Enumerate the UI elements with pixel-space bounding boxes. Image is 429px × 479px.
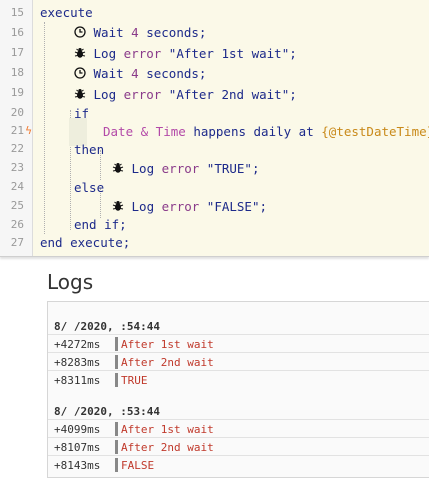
line-number: 15 bbox=[10, 6, 24, 19]
code-line-log[interactable]: Log error "TRUE"; bbox=[112, 161, 260, 176]
log-time: +4272ms bbox=[54, 338, 101, 351]
code-line-log[interactable]: Log error "After 1st wait"; bbox=[74, 46, 297, 61]
log-separator bbox=[115, 440, 118, 454]
log-message: FALSE bbox=[121, 459, 155, 472]
log-row: +8107ms After 2nd wait bbox=[48, 437, 429, 456]
line-number: 17 bbox=[10, 46, 24, 59]
line-number: 19 bbox=[10, 86, 24, 99]
line-number: 25 bbox=[10, 199, 24, 212]
log-separator bbox=[115, 373, 118, 387]
log-time: +8143ms bbox=[54, 459, 101, 472]
log-time: +8107ms bbox=[54, 441, 101, 454]
line-number: 27 bbox=[10, 236, 24, 249]
code-line-then[interactable]: then bbox=[74, 142, 104, 157]
log-separator bbox=[115, 422, 118, 436]
log-separator bbox=[115, 355, 118, 369]
line-number: 22 bbox=[10, 142, 24, 155]
line-number: 24 bbox=[10, 180, 24, 193]
clock-icon bbox=[74, 25, 86, 40]
code-line-execute[interactable]: execute bbox=[40, 5, 93, 20]
code-line-endexecute[interactable]: end execute; bbox=[40, 235, 130, 250]
indent-guide bbox=[44, 22, 45, 234]
line-number: 16 bbox=[10, 26, 24, 39]
log-group-header: 8/ /2020, :53:44 bbox=[54, 405, 160, 418]
line-number: 23 bbox=[10, 161, 24, 174]
bug-icon bbox=[112, 199, 124, 214]
code-editor[interactable]: 15 16 17 18 19 20 21 22 23 24 25 26 27 ϟ… bbox=[0, 0, 429, 257]
bug-icon bbox=[74, 87, 86, 102]
clock-icon bbox=[74, 66, 86, 81]
log-time: +8283ms bbox=[54, 356, 101, 369]
code-line-wait[interactable]: Wait 4 seconds; bbox=[74, 66, 206, 81]
log-row: +8283ms After 2nd wait bbox=[48, 352, 429, 371]
logs-title: Logs bbox=[47, 270, 94, 294]
log-group-header: 8/ /2020, :54:44 bbox=[54, 320, 160, 333]
log-row: +8311ms TRUE bbox=[48, 370, 429, 389]
bug-icon bbox=[112, 161, 124, 176]
code-line-wait[interactable]: Wait 4 seconds; bbox=[74, 25, 206, 40]
log-message: After 1st wait bbox=[121, 423, 214, 436]
log-separator bbox=[115, 458, 118, 472]
line-number: 18 bbox=[10, 66, 24, 79]
code-line-log[interactable]: Log error "FALSE"; bbox=[112, 199, 267, 214]
log-message: After 1st wait bbox=[121, 338, 214, 351]
trigger-bolt-icon: ϟ bbox=[25, 124, 33, 137]
line-number: 26 bbox=[10, 218, 24, 231]
line-number: 21 bbox=[10, 124, 24, 137]
bug-icon bbox=[74, 46, 86, 61]
log-message: After 2nd wait bbox=[121, 356, 214, 369]
log-message: After 2nd wait bbox=[121, 441, 214, 454]
log-row: +8143ms FALSE bbox=[48, 455, 429, 474]
log-time: +4099ms bbox=[54, 423, 101, 436]
code-line-else[interactable]: else bbox=[74, 180, 104, 195]
code-line-if[interactable]: if bbox=[74, 106, 89, 121]
code-line-log[interactable]: Log error "After 2nd wait"; bbox=[74, 87, 297, 102]
log-row: +4099ms After 1st wait bbox=[48, 419, 429, 438]
log-separator bbox=[115, 337, 118, 351]
logs-panel: 8/ /2020, :54:44 +4272ms After 1st wait +… bbox=[47, 301, 429, 478]
code-line-trigger[interactable]: Date & Time happens daily at {@testDateT… bbox=[103, 124, 429, 139]
log-message: TRUE bbox=[121, 374, 148, 387]
log-time: +8311ms bbox=[54, 374, 101, 387]
log-row: +4272ms After 1st wait bbox=[48, 334, 429, 353]
code-line-endif[interactable]: end if; bbox=[74, 217, 127, 232]
line-number: 20 bbox=[10, 106, 24, 119]
